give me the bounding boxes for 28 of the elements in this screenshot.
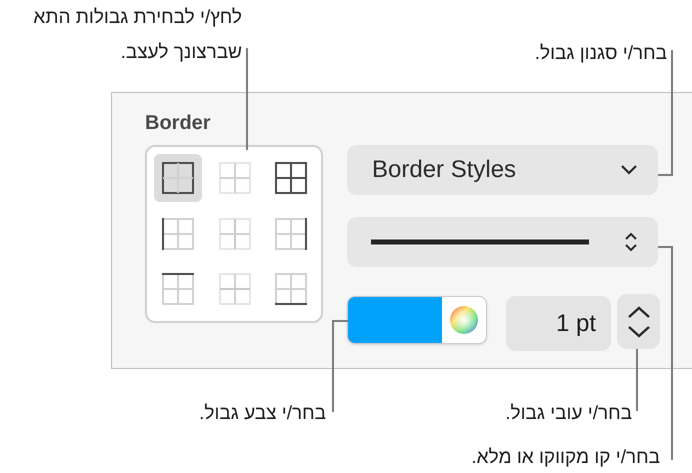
border-grid-icon — [218, 273, 251, 306]
up-down-chevron-icon — [624, 231, 638, 253]
callout-text: בחר/י קו מקווקו או מלא. — [471, 446, 660, 470]
border-styles-dropdown[interactable]: Border Styles — [347, 145, 658, 195]
border-grid-icon — [218, 218, 251, 250]
color-wheel-icon[interactable] — [449, 305, 479, 335]
width-field[interactable]: 1 pt — [506, 296, 611, 351]
border-grid-icon — [162, 162, 194, 194]
callout-text: בחר/י צבע גבול. — [199, 402, 326, 426]
color-well[interactable] — [347, 296, 487, 344]
chevron-down-icon — [620, 165, 638, 175]
border-grid-icon — [162, 218, 194, 250]
line-style-dropdown[interactable] — [347, 217, 658, 267]
section-title: Border — [145, 111, 211, 135]
color-swatch[interactable] — [348, 297, 442, 343]
border-grid-icon — [275, 218, 308, 250]
border-grid-icon — [162, 273, 194, 306]
width-stepper[interactable] — [617, 294, 660, 349]
chevron-down-icon[interactable] — [626, 324, 650, 338]
border-grid-icon — [275, 162, 308, 194]
border-grid-icon — [218, 162, 251, 194]
callout-text: לחץ/י לבחירת גבולות התא שברצונך לעצב. — [32, 6, 242, 65]
border-grid-icon — [275, 273, 308, 306]
callout-text: בחר/י עובי גבול. — [505, 402, 632, 426]
chevron-up-icon[interactable] — [626, 306, 650, 318]
border-option[interactable] — [154, 154, 202, 202]
callout-text: בחר/י סגנון גבול. — [534, 42, 667, 66]
line-style-icon — [371, 238, 589, 246]
